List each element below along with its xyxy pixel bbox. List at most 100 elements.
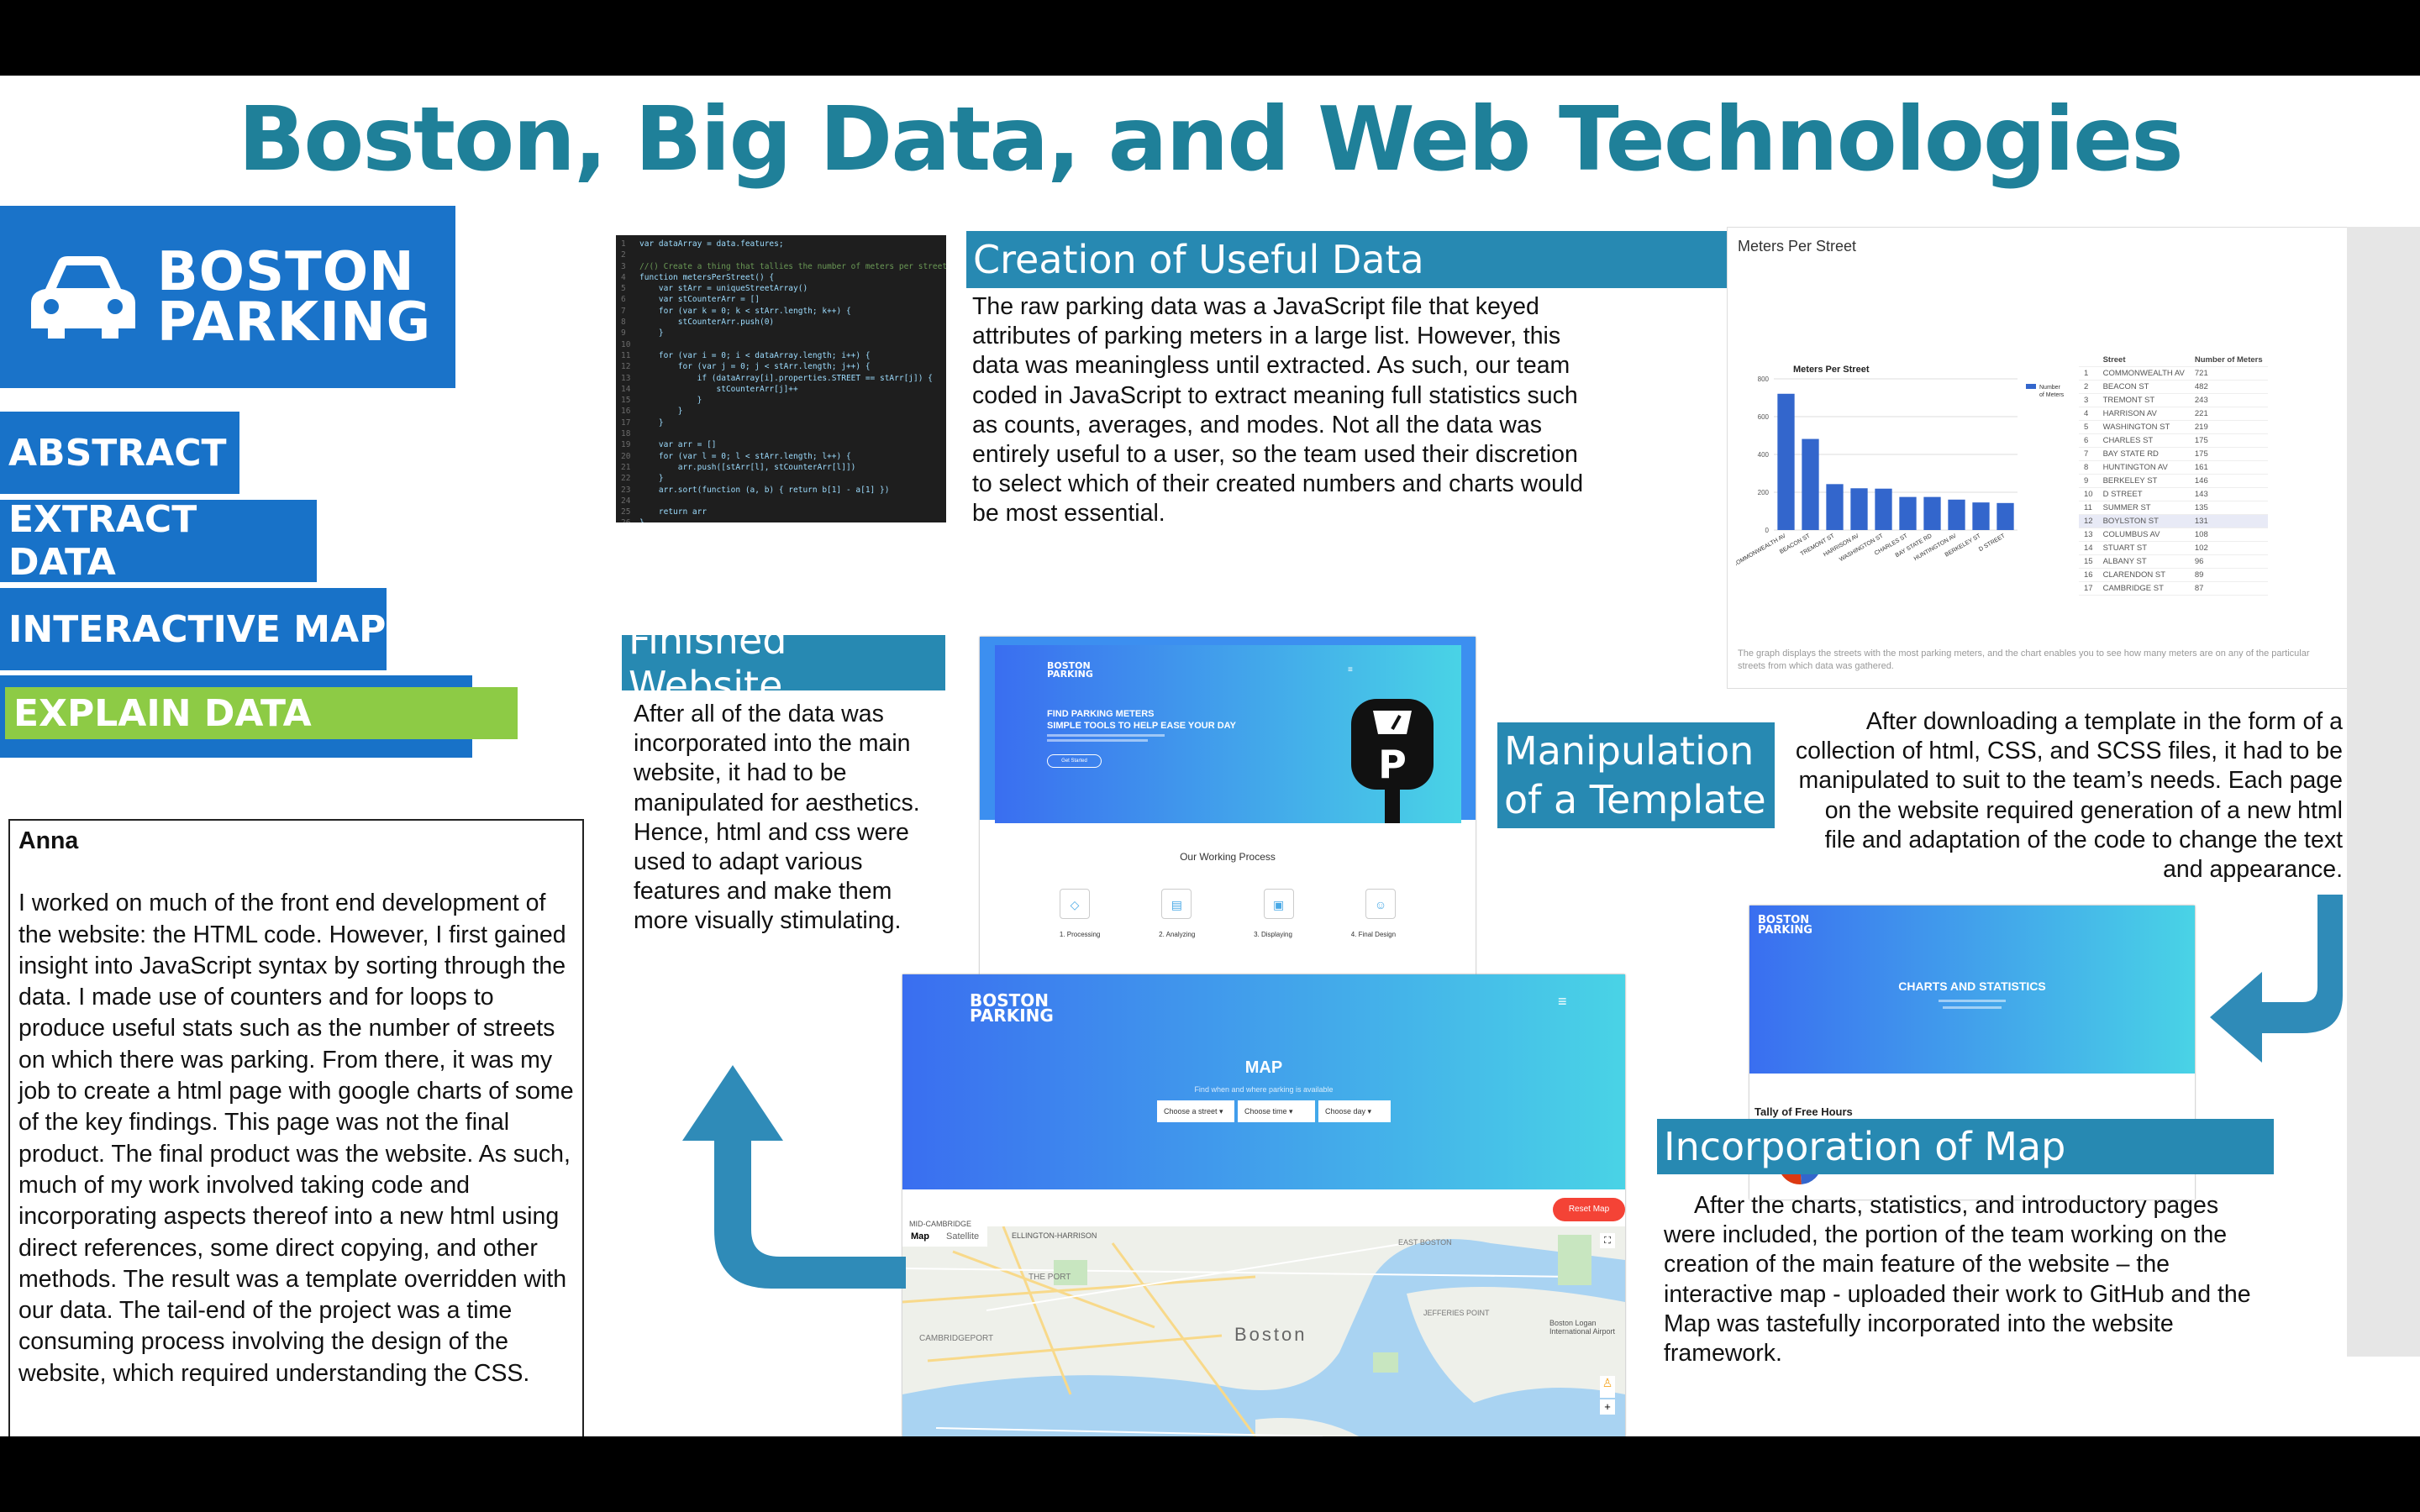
satellite-tab[interactable]: Satellite — [938, 1226, 987, 1247]
table-cell: TREMONT ST — [2097, 393, 2190, 407]
display-icon: ▣ — [1263, 889, 1294, 919]
page-title: Boston, Big Data, and Web Technologies — [238, 88, 2184, 191]
code-line: 9 } — [621, 328, 664, 339]
code-line: 16 } — [621, 407, 683, 417]
map-label-east-boston: EAST BOSTON — [1398, 1238, 1452, 1247]
manipulation-body: After downloading a template in the form… — [1795, 708, 2343, 884]
bar — [1777, 393, 1795, 530]
code-line: 4 function metersPerStreet() { — [621, 272, 775, 282]
map-label-boston: Boston — [1234, 1324, 1307, 1345]
code-line: 21 arr.push([stArr[l], stCounterArr[l]]) — [621, 462, 856, 472]
table-cell: D STREET — [2097, 487, 2190, 501]
map-label-mid-cambridge: MID-CAMBRIDGE — [909, 1220, 971, 1228]
code-line: 6 var stCounterArr = [] — [621, 295, 760, 305]
bio-box: Anna I worked on much of the front end d… — [8, 819, 584, 1436]
table-cell: 11 — [2079, 501, 2098, 515]
nav-explain-data[interactable]: EXPLAIN DATA — [5, 687, 518, 739]
chart-caption: The graph displays the streets with the … — [1738, 648, 2310, 671]
table-cell: 10 — [2079, 487, 2098, 501]
table-cell: 482 — [2189, 380, 2268, 394]
table-cell: 87 — [2189, 581, 2268, 596]
bar — [1996, 502, 2014, 530]
day-dropdown[interactable]: Choose day ▾ — [1318, 1100, 1391, 1122]
table-cell: 15 — [2079, 554, 2098, 569]
table-cell: 7 — [2079, 447, 2098, 461]
map-label-jefferies-point: JEFFERIES POINT — [1423, 1309, 1490, 1317]
table-cell: 17 — [2079, 581, 2098, 596]
table-cell: 3 — [2079, 393, 2098, 407]
website-home-screenshot: BOSTON PARKING ≡ FIND PARKING METERS SIMPL… — [980, 637, 1476, 979]
table-cell: BAY STATE RD — [2097, 447, 2190, 461]
code-line: 20 for (var l = 0; l < stArr.length; l++… — [621, 451, 851, 461]
chart-title: Meters Per Street — [1793, 365, 1870, 375]
table-header-street: Street — [2097, 354, 2190, 367]
code-screenshot: 1 var dataArray = data.features; 2 3//() Cr… — [616, 235, 946, 522]
bar — [1899, 496, 1917, 530]
table-cell: 96 — [2189, 554, 2268, 569]
table-row: 11 SUMMER ST 135 — [2079, 501, 2268, 515]
table-row: 2 BEACON ST 482 — [2079, 380, 2268, 394]
process-steps: 1. Processing 2. Analyzing 3. Displaying… — [980, 931, 1476, 938]
table-cell: 175 — [2189, 433, 2268, 448]
charts-hero: BOSTON PARKING CHARTS AND STATISTICS — [1749, 906, 2195, 1074]
code-line: 25 return arr — [621, 507, 708, 517]
table-cell: SUMMER ST — [2097, 501, 2190, 515]
map-label-ellington: ELLINGTON-HARRISON — [1012, 1231, 1097, 1240]
table-cell: 2 — [2079, 380, 2098, 394]
pegman-icon[interactable]: ♙ — [1600, 1376, 1615, 1398]
layers-icon: ▤ — [1161, 889, 1192, 919]
nav-extract-data[interactable]: EXTRACT DATA — [0, 498, 317, 584]
manipulation-heading-line2: of a Template — [1504, 777, 1766, 822]
code-line: 3//() Create a thing that tallies the nu… — [621, 261, 946, 271]
charts-logo: BOSTON PARKING — [1758, 914, 1812, 937]
reset-map-button[interactable]: Reset Map — [1553, 1198, 1625, 1221]
table-cell: 12 — [2079, 514, 2098, 528]
street-dropdown[interactable]: Choose a street ▾ — [1157, 1100, 1234, 1122]
logo-line-1: BOSTON — [156, 240, 415, 303]
charts-title: CHARTS AND STATISTICS — [1898, 979, 2046, 993]
fullscreen-icon[interactable]: ⛶ — [1600, 1233, 1615, 1248]
table-cell: 14 — [2079, 541, 2098, 555]
code-line: 23 arr.sort(function (a, b) { return b[1… — [621, 485, 890, 495]
table-cell: 108 — [2189, 528, 2268, 542]
map-menu-icon[interactable]: ≡ — [1558, 993, 1567, 1011]
zoom-in-icon[interactable]: + — [1600, 1399, 1615, 1415]
time-dropdown[interactable]: Choose time ▾ — [1238, 1100, 1315, 1122]
map-subtitle: Find when and where parking is available — [1194, 1085, 1334, 1094]
get-started-button[interactable]: Get Started — [1047, 754, 1102, 768]
table-row: 1 COMMONWEALTH AV 721 — [2079, 366, 2268, 381]
table-cell: STUART ST — [2097, 541, 2190, 555]
bar — [1826, 484, 1844, 530]
map-label-the-port: THE PORT — [1028, 1273, 1071, 1282]
code-line: 26} — [621, 517, 941, 522]
code-line: 7 for (var k = 0; k < stArr.length; k++)… — [621, 306, 851, 316]
table-cell: CHARLES ST — [2097, 433, 2190, 448]
code-line: 1 var dataArray = data.features; — [621, 239, 784, 249]
bio-name: Anna — [18, 827, 79, 854]
map-filters: Choose a street ▾ Choose time ▾ Choose d… — [1157, 1100, 1391, 1122]
map-page-screenshot: BOSTON PARKING ≡ MAP Find when and where … — [902, 974, 1625, 1436]
code-line: 12 for (var j = 0; j < stArr.length; j++… — [621, 362, 871, 372]
map-tab[interactable]: Map — [902, 1226, 938, 1247]
chart-panel-header: Meters Per Street — [1738, 238, 1857, 255]
nav-abstract[interactable]: ABSTRACT — [0, 412, 239, 494]
code-line: 15 } — [621, 396, 702, 406]
table-cell: WASHINGTON ST — [2097, 420, 2190, 434]
code-line: 22 } — [621, 474, 664, 484]
table-cell: 146 — [2189, 474, 2268, 488]
table-cell: ALBANY ST — [2097, 554, 2190, 569]
tally-title: Tally of Free Hours — [1754, 1105, 1853, 1118]
bar — [1850, 488, 1868, 530]
y-tick-label: 200 — [1758, 489, 1770, 496]
table-cell: 161 — [2189, 460, 2268, 475]
google-map[interactable]: Map Satellite MID-CAMBRIDGE ELLINGTON-HA… — [902, 1220, 1625, 1436]
hero-menu-icon[interactable]: ≡ — [1348, 665, 1353, 675]
smile-icon: ☺ — [1365, 889, 1396, 919]
table-cell: 102 — [2189, 541, 2268, 555]
table-row: 12 BOYLSTON ST 131 — [2079, 514, 2268, 528]
y-tick-label: 0 — [1765, 527, 1770, 534]
bar — [1948, 499, 1965, 530]
map-label-airport: Boston Logan International Airport — [1549, 1319, 1616, 1336]
creation-body: The raw parking data was a JavaScript fi… — [972, 293, 1584, 528]
nav-interactive-map[interactable]: INTERACTIVE MAP — [0, 588, 387, 670]
